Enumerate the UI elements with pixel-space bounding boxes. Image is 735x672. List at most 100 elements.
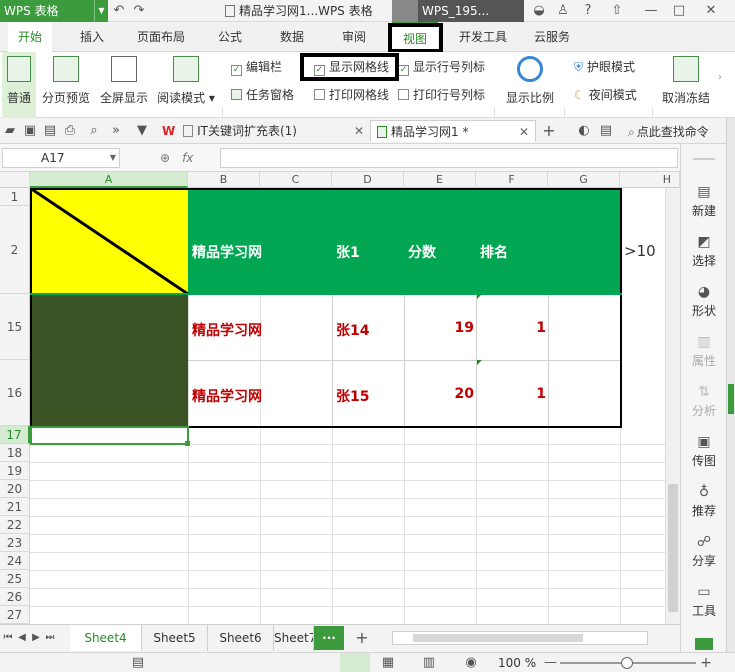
- last-sheet-icon[interactable]: ⏭: [44, 627, 56, 649]
- normal-view-button[interactable]: 普通: [2, 52, 36, 118]
- scrollbar-thumb[interactable]: [413, 634, 583, 642]
- sheet-tab-sheet7[interactable]: Sheet7: [274, 625, 314, 651]
- page-break-view-icon[interactable]: ▦: [380, 652, 396, 672]
- cell-b15[interactable]: 精品学习网: [192, 320, 262, 340]
- row-header-1[interactable]: 1: [0, 188, 30, 206]
- task-pane-checkbox[interactable]: 任务窗格: [231, 86, 294, 104]
- row-header-25[interactable]: 25: [0, 570, 30, 588]
- formula-bar-checkbox[interactable]: ✓ 编辑栏: [231, 58, 282, 76]
- sheet-tab-sheet5[interactable]: Sheet5: [142, 625, 208, 651]
- tab-review[interactable]: 审阅: [332, 22, 376, 52]
- more-sheets-button[interactable]: ···: [314, 626, 344, 650]
- print-preview-icon[interactable]: ⌕: [86, 120, 102, 142]
- side-share-button[interactable]: ☍ 分享: [681, 534, 727, 569]
- tab-insert[interactable]: 插入: [70, 22, 114, 52]
- export-pdf-icon[interactable]: ▤: [42, 120, 58, 142]
- save-icon[interactable]: ▣: [22, 120, 38, 142]
- cell-d2[interactable]: 张1: [336, 242, 360, 262]
- row-header-21[interactable]: 21: [0, 498, 30, 516]
- cell-f2[interactable]: 排名: [480, 242, 508, 262]
- print-gridlines-checkbox[interactable]: 打印网格线: [314, 86, 389, 104]
- row-header-2[interactable]: 2: [0, 206, 30, 294]
- shirt-icon[interactable]: ♙: [552, 0, 574, 22]
- column-header-d[interactable]: D: [332, 172, 404, 188]
- cell-e15[interactable]: 19: [404, 320, 474, 336]
- open-folder-icon[interactable]: ▰: [2, 120, 18, 142]
- scrollbar-thumb[interactable]: [668, 484, 678, 612]
- select-all-corner[interactable]: [0, 172, 30, 188]
- side-toolbox-button[interactable]: ▭ 工具: [681, 584, 727, 619]
- row-header-20[interactable]: 20: [0, 480, 30, 498]
- close-icon[interactable]: ✕: [700, 0, 722, 22]
- cell-f16[interactable]: 1: [476, 386, 546, 402]
- tab-data[interactable]: 数据: [270, 22, 314, 52]
- merged-dark-cell[interactable]: [30, 294, 188, 426]
- restore-up-icon[interactable]: ⇧: [606, 0, 628, 22]
- name-box[interactable]: A17 ▼: [2, 148, 120, 168]
- vertical-scrollbar[interactable]: [665, 188, 680, 624]
- row-header-16[interactable]: 16: [0, 360, 30, 426]
- column-header-h[interactable]: H: [620, 172, 680, 188]
- column-header-b[interactable]: B: [188, 172, 260, 188]
- row-header-23[interactable]: 23: [0, 534, 30, 552]
- tab-menu-icon[interactable]: ▤: [598, 120, 614, 142]
- side-panel-footer-icon[interactable]: [695, 638, 713, 650]
- app-menu-button[interactable]: WPS 表格 ▼: [0, 0, 108, 22]
- horizontal-scrollbar[interactable]: [392, 631, 648, 645]
- spreadsheet-grid[interactable]: A B C D E F G H 1 2 15 16 17 18 19 20 21…: [0, 172, 680, 624]
- column-header-g[interactable]: G: [548, 172, 620, 188]
- fx-icon[interactable]: fx: [182, 151, 193, 165]
- side-upload-image-button[interactable]: ▣ 传图: [681, 434, 727, 469]
- prev-sheet-icon[interactable]: ◀: [16, 627, 28, 649]
- column-header-a[interactable]: A: [30, 172, 188, 188]
- row-header-22[interactable]: 22: [0, 516, 30, 534]
- skin-icon[interactable]: ◒: [528, 0, 550, 22]
- side-recommend-button[interactable]: ♁ 推荐: [681, 484, 727, 519]
- expand-panel-icon[interactable]: [728, 384, 734, 414]
- page-break-preview-button[interactable]: 分页预览: [40, 52, 92, 118]
- column-header-c[interactable]: C: [260, 172, 332, 188]
- zoom-slider-thumb[interactable]: [621, 657, 633, 669]
- cell-b16[interactable]: 精品学习网: [192, 386, 262, 406]
- full-screen-button[interactable]: 全屏显示: [98, 52, 150, 118]
- row-header-15[interactable]: 15: [0, 294, 30, 360]
- next-sheet-icon[interactable]: ▶: [30, 627, 42, 649]
- tab-developer[interactable]: 开发工具: [452, 22, 514, 52]
- row-header-27[interactable]: 27: [0, 606, 30, 624]
- doc-tab-active[interactable]: 精品学习网1 * ✕: [370, 120, 536, 142]
- more-icon[interactable]: »: [108, 120, 124, 142]
- cell-d15[interactable]: 张14: [336, 320, 369, 340]
- fill-handle[interactable]: [185, 441, 190, 446]
- cell-d16[interactable]: 张15: [336, 386, 369, 406]
- print-headers-checkbox[interactable]: 打印行号列标: [398, 86, 485, 104]
- side-analysis-button[interactable]: ⇅ 分析: [681, 384, 727, 419]
- redo-icon[interactable]: ↷: [130, 0, 148, 22]
- reading-layout-icon[interactable]: ▥: [418, 652, 440, 672]
- reading-mode-button[interactable]: 阅读模式 ▾: [155, 52, 217, 118]
- maximize-icon[interactable]: □: [668, 0, 690, 22]
- row-header-18[interactable]: 18: [0, 444, 30, 462]
- side-properties-button[interactable]: ▥ 属性: [681, 334, 727, 369]
- side-panel-toggle-strip[interactable]: [726, 118, 735, 652]
- cell-e16[interactable]: 20: [404, 386, 474, 402]
- show-headers-checkbox[interactable]: ✓ 显示行号列标: [398, 58, 485, 76]
- user-account[interactable]: WPS_195...: [392, 0, 524, 22]
- row-header-26[interactable]: 26: [0, 588, 30, 606]
- row-header-17[interactable]: 17: [0, 426, 30, 444]
- first-sheet-icon[interactable]: ⏮: [2, 627, 14, 649]
- formula-input[interactable]: [220, 148, 678, 168]
- doc-tab-keyword-table[interactable]: W IT关键词扩充表(1) ✕: [158, 120, 368, 142]
- cell-b2[interactable]: 精品学习网: [192, 242, 262, 262]
- night-mode-button[interactable]: ☾ 夜间模式: [574, 86, 637, 104]
- row-header-19[interactable]: 19: [0, 462, 30, 480]
- chevron-down-icon[interactable]: ▼: [134, 120, 150, 142]
- new-tab-icon[interactable]: +: [540, 120, 558, 142]
- tab-formulas[interactable]: 公式: [208, 22, 252, 52]
- backup-icon[interactable]: ◐: [576, 120, 592, 142]
- eye-protection-button[interactable]: ⛨ 护眼模式: [574, 58, 635, 76]
- tab-cloud[interactable]: 云服务: [526, 22, 578, 52]
- undo-icon[interactable]: ↶: [110, 0, 128, 22]
- protect-eye-icon[interactable]: ◉: [460, 652, 482, 672]
- zoom-level[interactable]: 100 %: [498, 653, 536, 672]
- zoom-out-icon[interactable]: —: [544, 652, 557, 672]
